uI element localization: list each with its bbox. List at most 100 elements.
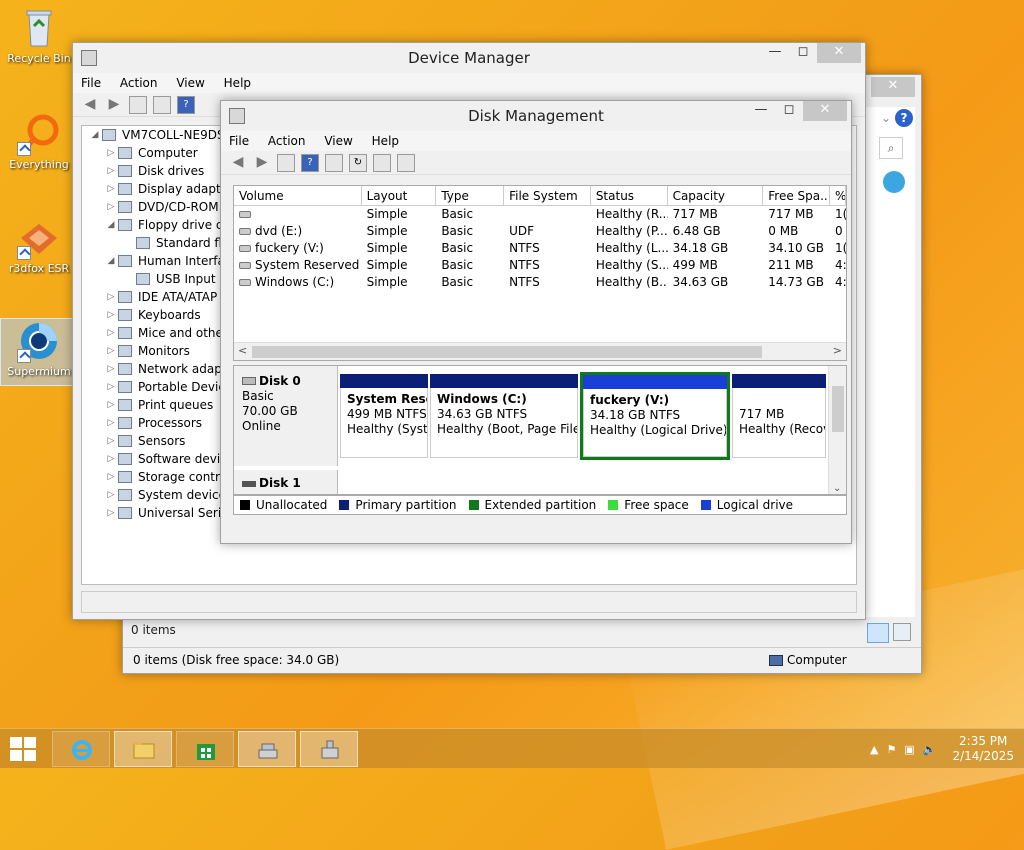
maximize-button[interactable]: ◻	[789, 43, 817, 63]
expand-icon[interactable]: ▷	[104, 396, 118, 414]
menu-help[interactable]: Help	[372, 134, 399, 148]
vertical-scrollbar[interactable]: ⌄	[828, 366, 846, 494]
close-button[interactable]: ✕	[803, 101, 847, 121]
disk-management-window[interactable]: Disk Management — ◻ ✕ File Action View H…	[220, 100, 852, 544]
taskbar-file-explorer[interactable]	[114, 731, 172, 767]
collapse-icon[interactable]: ◢	[104, 252, 118, 270]
desktop-icon-everything[interactable]: Everything	[0, 112, 78, 171]
partition-windows-c[interactable]: Windows (C:) 34.63 GB NTFS Healthy (Boot…	[430, 374, 578, 462]
volume-list[interactable]: Volume Layout Type File System Status Ca…	[233, 185, 847, 361]
help-icon[interactable]: ?	[301, 153, 319, 172]
scroll-left-icon[interactable]: <	[238, 344, 247, 357]
column-capacity[interactable]: Capacity	[668, 186, 764, 205]
expand-icon[interactable]: ▷	[104, 162, 118, 180]
volume-row[interactable]: System Reserved Simple Basic NTFS Healthy (S…	[234, 257, 846, 274]
menu-action[interactable]: Action	[268, 134, 306, 148]
expand-icon[interactable]: ▷	[104, 306, 118, 324]
show-hide-console-icon[interactable]	[325, 153, 343, 172]
desktop-icon-supermium[interactable]: Supermium	[0, 318, 78, 386]
properties-icon[interactable]	[277, 153, 295, 172]
column-type[interactable]: Type	[436, 186, 505, 205]
expand-icon[interactable]: ▷	[104, 504, 118, 522]
forward-arrow-icon[interactable]: ▶	[105, 96, 123, 114]
expand-icon[interactable]: ▷	[104, 486, 118, 504]
scrollbar-thumb[interactable]	[832, 386, 844, 432]
menu-file[interactable]: File	[81, 76, 101, 90]
volume-muted-icon[interactable]: 🔈	[923, 743, 937, 756]
close-button[interactable]: ✕	[817, 43, 861, 63]
collapse-icon[interactable]: ◢	[104, 216, 118, 234]
taskbar-device-manager[interactable]	[300, 731, 358, 767]
disk-1-label[interactable]: Disk 1	[234, 470, 338, 494]
refresh-icon[interactable]: ↻	[349, 153, 367, 172]
column-status[interactable]: Status	[591, 186, 668, 205]
forward-arrow-icon[interactable]: ▶	[253, 154, 271, 172]
expand-icon[interactable]: ▷	[104, 414, 118, 432]
partition-recovery[interactable]: 717 MB Healthy (Recov	[732, 374, 826, 462]
help-icon[interactable]: ?	[177, 95, 195, 114]
column-volume[interactable]: Volume	[234, 186, 362, 205]
rescan-disks-icon[interactable]	[373, 153, 391, 172]
desktop-icon-r3dfox[interactable]: r3dfox ESR	[0, 216, 78, 275]
menu-view[interactable]: View	[176, 76, 204, 90]
partition-system-reserved[interactable]: System Reser 499 MB NTFS Healthy (Syste	[340, 374, 428, 462]
minimize-button[interactable]: —	[747, 101, 775, 121]
start-button[interactable]	[10, 737, 38, 763]
disk-graphical-view[interactable]: Disk 0 Basic 70.00 GB Online System Rese…	[233, 365, 847, 495]
menu-action[interactable]: Action	[120, 76, 158, 90]
device-manager-titlebar[interactable]: Device Manager — ◻ ✕	[73, 43, 865, 73]
settings-icon[interactable]	[397, 153, 415, 172]
partition-fuckery-v[interactable]: fuckery (V:) 34.18 GB NTFS Healthy (Logi…	[580, 372, 730, 460]
menu-view[interactable]: View	[324, 134, 352, 148]
volume-row[interactable]: dvd (E:) Simple Basic UDF Healthy (P... 6.48 …	[234, 223, 846, 240]
column-file-system[interactable]: File System	[504, 186, 591, 205]
column-layout[interactable]: Layout	[362, 186, 437, 205]
show-hide-console-icon[interactable]	[153, 95, 171, 114]
disk-management-titlebar[interactable]: Disk Management — ◻ ✕	[221, 101, 851, 131]
scroll-down-icon[interactable]: ⌄	[833, 483, 841, 494]
taskbar-internet-explorer[interactable]	[52, 731, 110, 767]
chevron-down-icon[interactable]: ⌄	[875, 107, 897, 129]
expand-icon[interactable]: ▷	[104, 342, 118, 360]
expand-icon[interactable]: ▷	[104, 432, 118, 450]
column-percent-free[interactable]: %	[830, 186, 846, 205]
properties-icon[interactable]	[129, 95, 147, 114]
tiles-view-icon[interactable]	[893, 623, 911, 641]
desktop-icon-recycle-bin[interactable]: Recycle Bin	[0, 6, 78, 65]
network-status-icon[interactable]: ▣	[904, 743, 914, 756]
help-icon[interactable]: ?	[895, 109, 913, 127]
scroll-right-icon[interactable]: >	[833, 344, 842, 357]
expand-icon[interactable]: ▷	[104, 324, 118, 342]
menu-help[interactable]: Help	[224, 76, 251, 90]
taskbar-disk-management[interactable]	[238, 731, 296, 767]
collapse-icon[interactable]: ◢	[88, 126, 102, 144]
expand-icon[interactable]: ▷	[104, 180, 118, 198]
show-hidden-icons-icon[interactable]: ▲	[870, 743, 878, 756]
expand-icon[interactable]: ▷	[104, 144, 118, 162]
column-free-space[interactable]: Free Spa...	[763, 186, 831, 205]
taskbar-store[interactable]	[176, 731, 234, 767]
explorer-close-button[interactable]: ✕	[871, 77, 915, 97]
volume-row[interactable]: fuckery (V:) Simple Basic NTFS Healthy (L...…	[234, 240, 846, 257]
volume-row[interactable]: Simple Basic Healthy (R... 717 MB 717 MB 1(	[234, 206, 846, 223]
network-icon[interactable]	[883, 171, 905, 193]
disk-0-label[interactable]: Disk 0 Basic 70.00 GB Online	[234, 366, 338, 466]
horizontal-scrollbar[interactable]: < >	[234, 342, 846, 360]
clock[interactable]: 2:35 PM 2/14/2025	[952, 734, 1014, 764]
minimize-button[interactable]: —	[761, 43, 789, 63]
scrollbar-thumb[interactable]	[252, 346, 762, 358]
volume-row[interactable]: Windows (C:) Simple Basic NTFS Healthy (B...…	[234, 274, 846, 291]
details-view-icon[interactable]	[867, 623, 889, 643]
expand-icon[interactable]: ▷	[104, 198, 118, 216]
back-arrow-icon[interactable]: ◀	[229, 154, 247, 172]
maximize-button[interactable]: ◻	[775, 101, 803, 121]
expand-icon[interactable]: ▷	[104, 378, 118, 396]
action-center-flag-icon[interactable]: ⚑	[886, 743, 896, 756]
expand-icon[interactable]: ▷	[104, 450, 118, 468]
back-arrow-icon[interactable]: ◀	[81, 96, 99, 114]
search-icon[interactable]: ⌕	[879, 137, 903, 159]
menu-file[interactable]: File	[229, 134, 249, 148]
expand-icon[interactable]: ▷	[104, 468, 118, 486]
expand-icon[interactable]: ▷	[104, 360, 118, 378]
expand-icon[interactable]: ▷	[104, 288, 118, 306]
